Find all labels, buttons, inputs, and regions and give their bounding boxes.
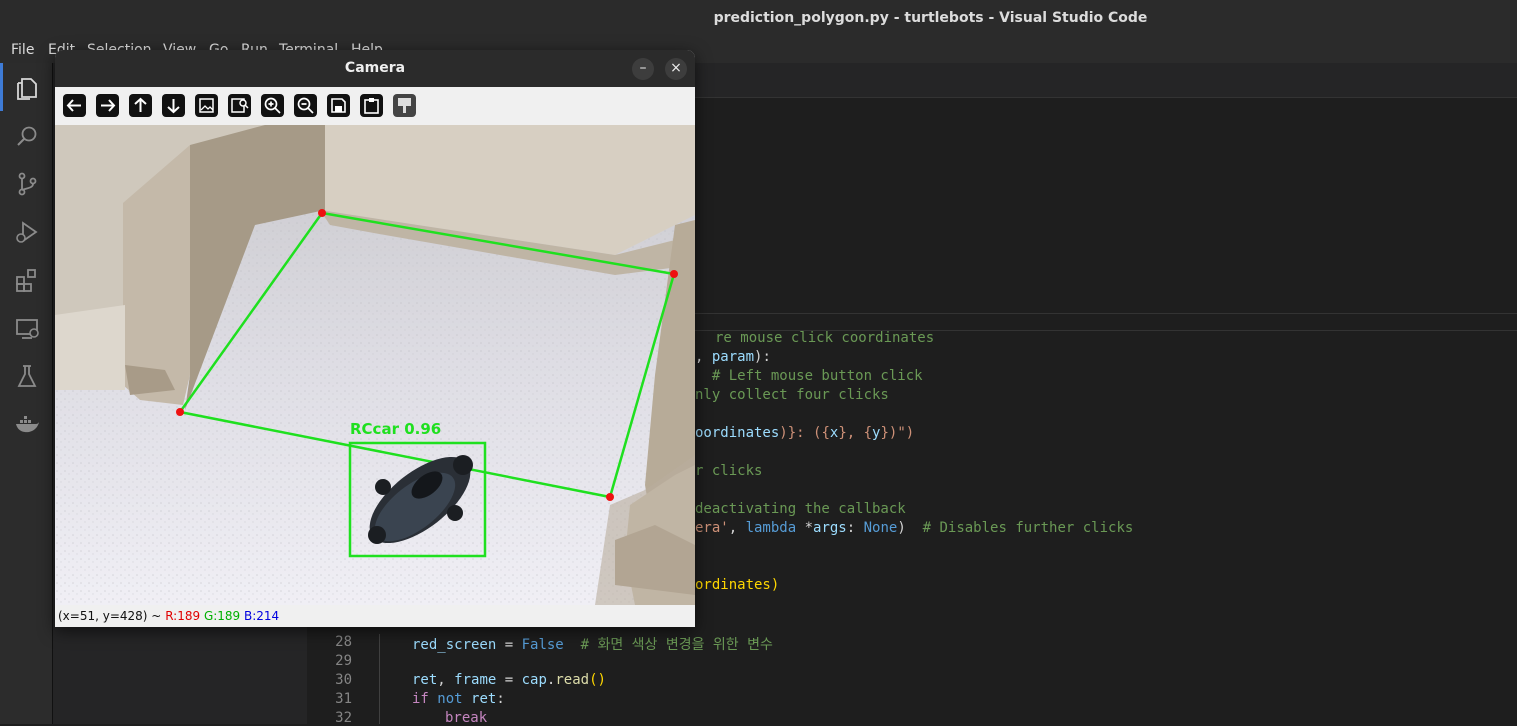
line-number: 31 — [335, 691, 352, 707]
save-icon[interactable] — [327, 94, 350, 117]
code-line: ret, frame = cap.read() — [412, 672, 606, 688]
search-icon[interactable] — [14, 123, 40, 149]
line-number: 28 — [335, 634, 352, 650]
activity-bar — [0, 63, 52, 724]
back-icon[interactable] — [63, 94, 86, 117]
line-number: 29 — [335, 653, 352, 669]
cursor-coordinates: (x=51, y=428) ~ — [58, 609, 162, 623]
extensions-icon[interactable] — [14, 267, 40, 293]
camera-window: Camera – × RCcar 0.96 (x=51, y=428) ~ R:… — [55, 50, 695, 627]
code-line: deactivating the callback — [695, 501, 906, 517]
camera-toolbar — [55, 87, 695, 125]
code-line: if not ret: — [412, 691, 505, 707]
code-line: , param): — [695, 349, 771, 365]
roi-vertex[interactable] — [176, 408, 184, 416]
window-titlebar: prediction_polygon.py - turtlebots - Vis… — [0, 0, 1517, 37]
code-line: red_screen = False # 화면 색상 변경을 위한 변수 — [412, 637, 773, 653]
forward-icon[interactable] — [96, 94, 119, 117]
image-icon[interactable] — [195, 94, 218, 117]
blue-value: B:214 — [244, 609, 280, 623]
menu-file[interactable]: File — [11, 42, 34, 58]
code-line: re mouse click coordinates — [715, 330, 935, 346]
red-value: R:189 — [165, 609, 201, 623]
properties-icon[interactable] — [393, 94, 416, 117]
remote-explorer-icon[interactable] — [14, 315, 40, 341]
line-number: 30 — [335, 672, 352, 688]
docker-icon[interactable] — [14, 411, 40, 437]
down-icon[interactable] — [162, 94, 185, 117]
testing-icon[interactable] — [14, 363, 40, 389]
roi-vertex[interactable] — [606, 493, 614, 501]
detection-label: RCcar 0.96 — [350, 420, 441, 438]
camera-title: Camera — [55, 50, 695, 87]
close-button[interactable]: × — [665, 58, 687, 80]
code-line: # Left mouse button click — [695, 368, 923, 384]
window-title: prediction_polygon.py - turtlebots - Vis… — [713, 10, 1148, 26]
roi-vertex[interactable] — [670, 270, 678, 278]
minimize-button[interactable]: – — [632, 58, 654, 80]
code-line: r clicks — [695, 463, 763, 479]
code-line: ordinates) — [695, 577, 780, 593]
up-icon[interactable] — [129, 94, 152, 117]
code-line: era', lambda *args: None) # Disables fur… — [695, 520, 1134, 536]
zoom-in-icon[interactable] — [261, 94, 284, 117]
roi-vertex[interactable] — [318, 209, 326, 217]
camera-status-bar: (x=51, y=428) ~ R:189 G:189 B:214 — [55, 606, 695, 627]
code-line: oordinates)}: ({x}, {y})") — [695, 425, 915, 441]
camera-feed-image[interactable]: RCcar 0.96 — [55, 125, 695, 605]
code-line: nly collect four clicks — [695, 387, 889, 403]
image-search-icon[interactable] — [228, 94, 251, 117]
clipboard-icon[interactable] — [360, 94, 383, 117]
source-control-icon[interactable] — [14, 171, 40, 197]
green-value: G:189 — [203, 609, 241, 623]
run-debug-icon[interactable] — [14, 219, 40, 245]
explorer-icon[interactable] — [14, 75, 40, 101]
zoom-out-icon[interactable] — [294, 94, 317, 117]
indent-guide — [379, 634, 380, 724]
